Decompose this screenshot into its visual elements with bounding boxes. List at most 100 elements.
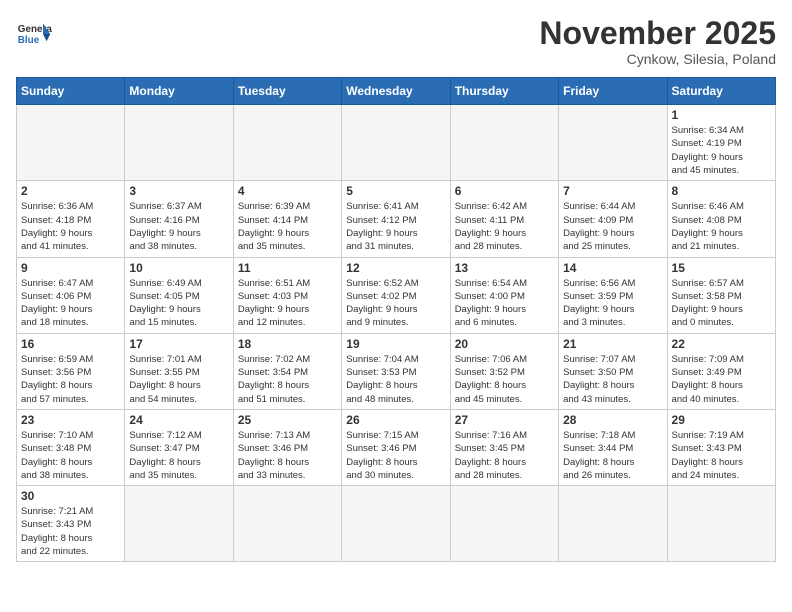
calendar-cell: 26 Sunrise: 7:15 AM Sunset: 3:46 PM Dayli… xyxy=(342,409,450,485)
day-info: Sunrise: 7:16 AM Sunset: 3:45 PM Dayligh… xyxy=(455,429,554,482)
calendar-cell: 2 Sunrise: 6:36 AM Sunset: 4:18 PM Daylig… xyxy=(17,181,125,257)
calendar-cell: 12 Sunrise: 6:52 AM Sunset: 4:02 PM Dayli… xyxy=(342,257,450,333)
day-number: 12 xyxy=(346,261,445,275)
calendar-cell: 4Sunrise: 6:39 AM Sunset: 4:14 PM Daylig… xyxy=(233,181,341,257)
day-number: 15 xyxy=(672,261,771,275)
calendar-cell: 29 Sunrise: 7:19 AM Sunset: 3:43 PM Dayli… xyxy=(667,409,775,485)
calendar-cell: 20 Sunrise: 7:06 AM Sunset: 3:52 PM Dayli… xyxy=(450,333,558,409)
calendar-cell: 9 Sunrise: 6:47 AM Sunset: 4:06 PM Daylig… xyxy=(17,257,125,333)
calendar-cell: 16 Sunrise: 6:59 AM Sunset: 3:56 PM Dayli… xyxy=(17,333,125,409)
day-number: 16 xyxy=(21,337,120,351)
calendar-cell: 7 Sunrise: 6:44 AM Sunset: 4:09 PM Daylig… xyxy=(559,181,667,257)
svg-text:Blue: Blue xyxy=(18,35,40,46)
day-number: 11 xyxy=(238,261,337,275)
day-number: 9 xyxy=(21,261,120,275)
day-info: Sunrise: 6:47 AM Sunset: 4:06 PM Dayligh… xyxy=(21,277,120,330)
calendar-cell: 18Sunrise: 7:02 AM Sunset: 3:54 PM Dayli… xyxy=(233,333,341,409)
calendar-cell xyxy=(125,105,233,181)
weekday-header-thursday: Thursday xyxy=(450,78,558,105)
calendar-cell: 25Sunrise: 7:13 AM Sunset: 3:46 PM Dayli… xyxy=(233,409,341,485)
day-number: 14 xyxy=(563,261,662,275)
weekday-header-wednesday: Wednesday xyxy=(342,78,450,105)
day-number: 22 xyxy=(672,337,771,351)
day-info: Sunrise: 7:10 AM Sunset: 3:48 PM Dayligh… xyxy=(21,429,120,482)
calendar-cell: 14 Sunrise: 6:56 AM Sunset: 3:59 PM Dayli… xyxy=(559,257,667,333)
calendar-cell xyxy=(125,486,233,562)
day-number: 18 xyxy=(238,337,337,351)
day-info: Sunrise: 7:04 AM Sunset: 3:53 PM Dayligh… xyxy=(346,353,445,406)
weekday-header-saturday: Saturday xyxy=(667,78,775,105)
calendar-cell xyxy=(233,105,341,181)
day-number: 8 xyxy=(672,184,771,198)
calendar-cell: 19Sunrise: 7:04 AM Sunset: 3:53 PM Dayli… xyxy=(342,333,450,409)
day-info: Sunrise: 7:12 AM Sunset: 3:47 PM Dayligh… xyxy=(129,429,228,482)
calendar-week-row: 23 Sunrise: 7:10 AM Sunset: 3:48 PM Dayli… xyxy=(17,409,776,485)
logo: General Blue xyxy=(16,16,52,52)
day-info: Sunrise: 6:46 AM Sunset: 4:08 PM Dayligh… xyxy=(672,200,771,253)
day-number: 24 xyxy=(129,413,228,427)
day-number: 2 xyxy=(21,184,120,198)
day-number: 23 xyxy=(21,413,120,427)
month-year-title: November 2025 xyxy=(539,16,776,51)
calendar-cell xyxy=(342,486,450,562)
day-info: Sunrise: 7:18 AM Sunset: 3:44 PM Dayligh… xyxy=(563,429,662,482)
day-number: 17 xyxy=(129,337,228,351)
weekday-header-row: SundayMondayTuesdayWednesdayThursdayFrid… xyxy=(17,78,776,105)
calendar-cell: 23 Sunrise: 7:10 AM Sunset: 3:48 PM Dayli… xyxy=(17,409,125,485)
weekday-header-sunday: Sunday xyxy=(17,78,125,105)
calendar-cell: 27 Sunrise: 7:16 AM Sunset: 3:45 PM Dayli… xyxy=(450,409,558,485)
calendar-week-row: 2 Sunrise: 6:36 AM Sunset: 4:18 PM Daylig… xyxy=(17,181,776,257)
day-number: 26 xyxy=(346,413,445,427)
day-info: Sunrise: 6:57 AM Sunset: 3:58 PM Dayligh… xyxy=(672,277,771,330)
calendar-week-row: 30Sunrise: 7:21 AM Sunset: 3:43 PM Dayli… xyxy=(17,486,776,562)
day-info: Sunrise: 6:51 AM Sunset: 4:03 PM Dayligh… xyxy=(238,277,337,330)
calendar-cell: 1Sunrise: 6:34 AM Sunset: 4:19 PM Daylig… xyxy=(667,105,775,181)
day-number: 28 xyxy=(563,413,662,427)
location-subtitle: Cynkow, Silesia, Poland xyxy=(539,51,776,67)
day-info: Sunrise: 6:54 AM Sunset: 4:00 PM Dayligh… xyxy=(455,277,554,330)
calendar-cell: 13Sunrise: 6:54 AM Sunset: 4:00 PM Dayli… xyxy=(450,257,558,333)
day-info: Sunrise: 6:52 AM Sunset: 4:02 PM Dayligh… xyxy=(346,277,445,330)
calendar-cell: 30Sunrise: 7:21 AM Sunset: 3:43 PM Dayli… xyxy=(17,486,125,562)
day-info: Sunrise: 6:36 AM Sunset: 4:18 PM Dayligh… xyxy=(21,200,120,253)
calendar-table: SundayMondayTuesdayWednesdayThursdayFrid… xyxy=(16,77,776,562)
day-info: Sunrise: 6:56 AM Sunset: 3:59 PM Dayligh… xyxy=(563,277,662,330)
day-number: 20 xyxy=(455,337,554,351)
day-info: Sunrise: 6:37 AM Sunset: 4:16 PM Dayligh… xyxy=(129,200,228,253)
day-info: Sunrise: 7:15 AM Sunset: 3:46 PM Dayligh… xyxy=(346,429,445,482)
title-block: November 2025 Cynkow, Silesia, Poland xyxy=(539,16,776,67)
calendar-cell xyxy=(450,105,558,181)
day-number: 1 xyxy=(672,108,771,122)
calendar-cell: 21Sunrise: 7:07 AM Sunset: 3:50 PM Dayli… xyxy=(559,333,667,409)
weekday-header-tuesday: Tuesday xyxy=(233,78,341,105)
calendar-cell: 6Sunrise: 6:42 AM Sunset: 4:11 PM Daylig… xyxy=(450,181,558,257)
weekday-header-monday: Monday xyxy=(125,78,233,105)
day-info: Sunrise: 7:19 AM Sunset: 3:43 PM Dayligh… xyxy=(672,429,771,482)
calendar-cell xyxy=(342,105,450,181)
day-info: Sunrise: 7:06 AM Sunset: 3:52 PM Dayligh… xyxy=(455,353,554,406)
calendar-week-row: 16 Sunrise: 6:59 AM Sunset: 3:56 PM Dayli… xyxy=(17,333,776,409)
day-info: Sunrise: 6:59 AM Sunset: 3:56 PM Dayligh… xyxy=(21,353,120,406)
calendar-cell: 5Sunrise: 6:41 AM Sunset: 4:12 PM Daylig… xyxy=(342,181,450,257)
calendar-cell xyxy=(233,486,341,562)
calendar-cell: 11 Sunrise: 6:51 AM Sunset: 4:03 PM Dayli… xyxy=(233,257,341,333)
day-number: 29 xyxy=(672,413,771,427)
weekday-header-friday: Friday xyxy=(559,78,667,105)
day-number: 10 xyxy=(129,261,228,275)
calendar-week-row: 9 Sunrise: 6:47 AM Sunset: 4:06 PM Daylig… xyxy=(17,257,776,333)
day-number: 4 xyxy=(238,184,337,198)
day-info: Sunrise: 6:42 AM Sunset: 4:11 PM Dayligh… xyxy=(455,200,554,253)
day-info: Sunrise: 7:09 AM Sunset: 3:49 PM Dayligh… xyxy=(672,353,771,406)
calendar-cell: 24 Sunrise: 7:12 AM Sunset: 3:47 PM Dayli… xyxy=(125,409,233,485)
day-number: 5 xyxy=(346,184,445,198)
day-number: 27 xyxy=(455,413,554,427)
page-header: General Blue November 2025 Cynkow, Siles… xyxy=(16,16,776,67)
day-number: 7 xyxy=(563,184,662,198)
day-number: 3 xyxy=(129,184,228,198)
day-info: Sunrise: 6:44 AM Sunset: 4:09 PM Dayligh… xyxy=(563,200,662,253)
day-info: Sunrise: 7:01 AM Sunset: 3:55 PM Dayligh… xyxy=(129,353,228,406)
logo-icon: General Blue xyxy=(16,16,52,52)
calendar-cell xyxy=(667,486,775,562)
day-info: Sunrise: 7:07 AM Sunset: 3:50 PM Dayligh… xyxy=(563,353,662,406)
calendar-cell xyxy=(559,486,667,562)
